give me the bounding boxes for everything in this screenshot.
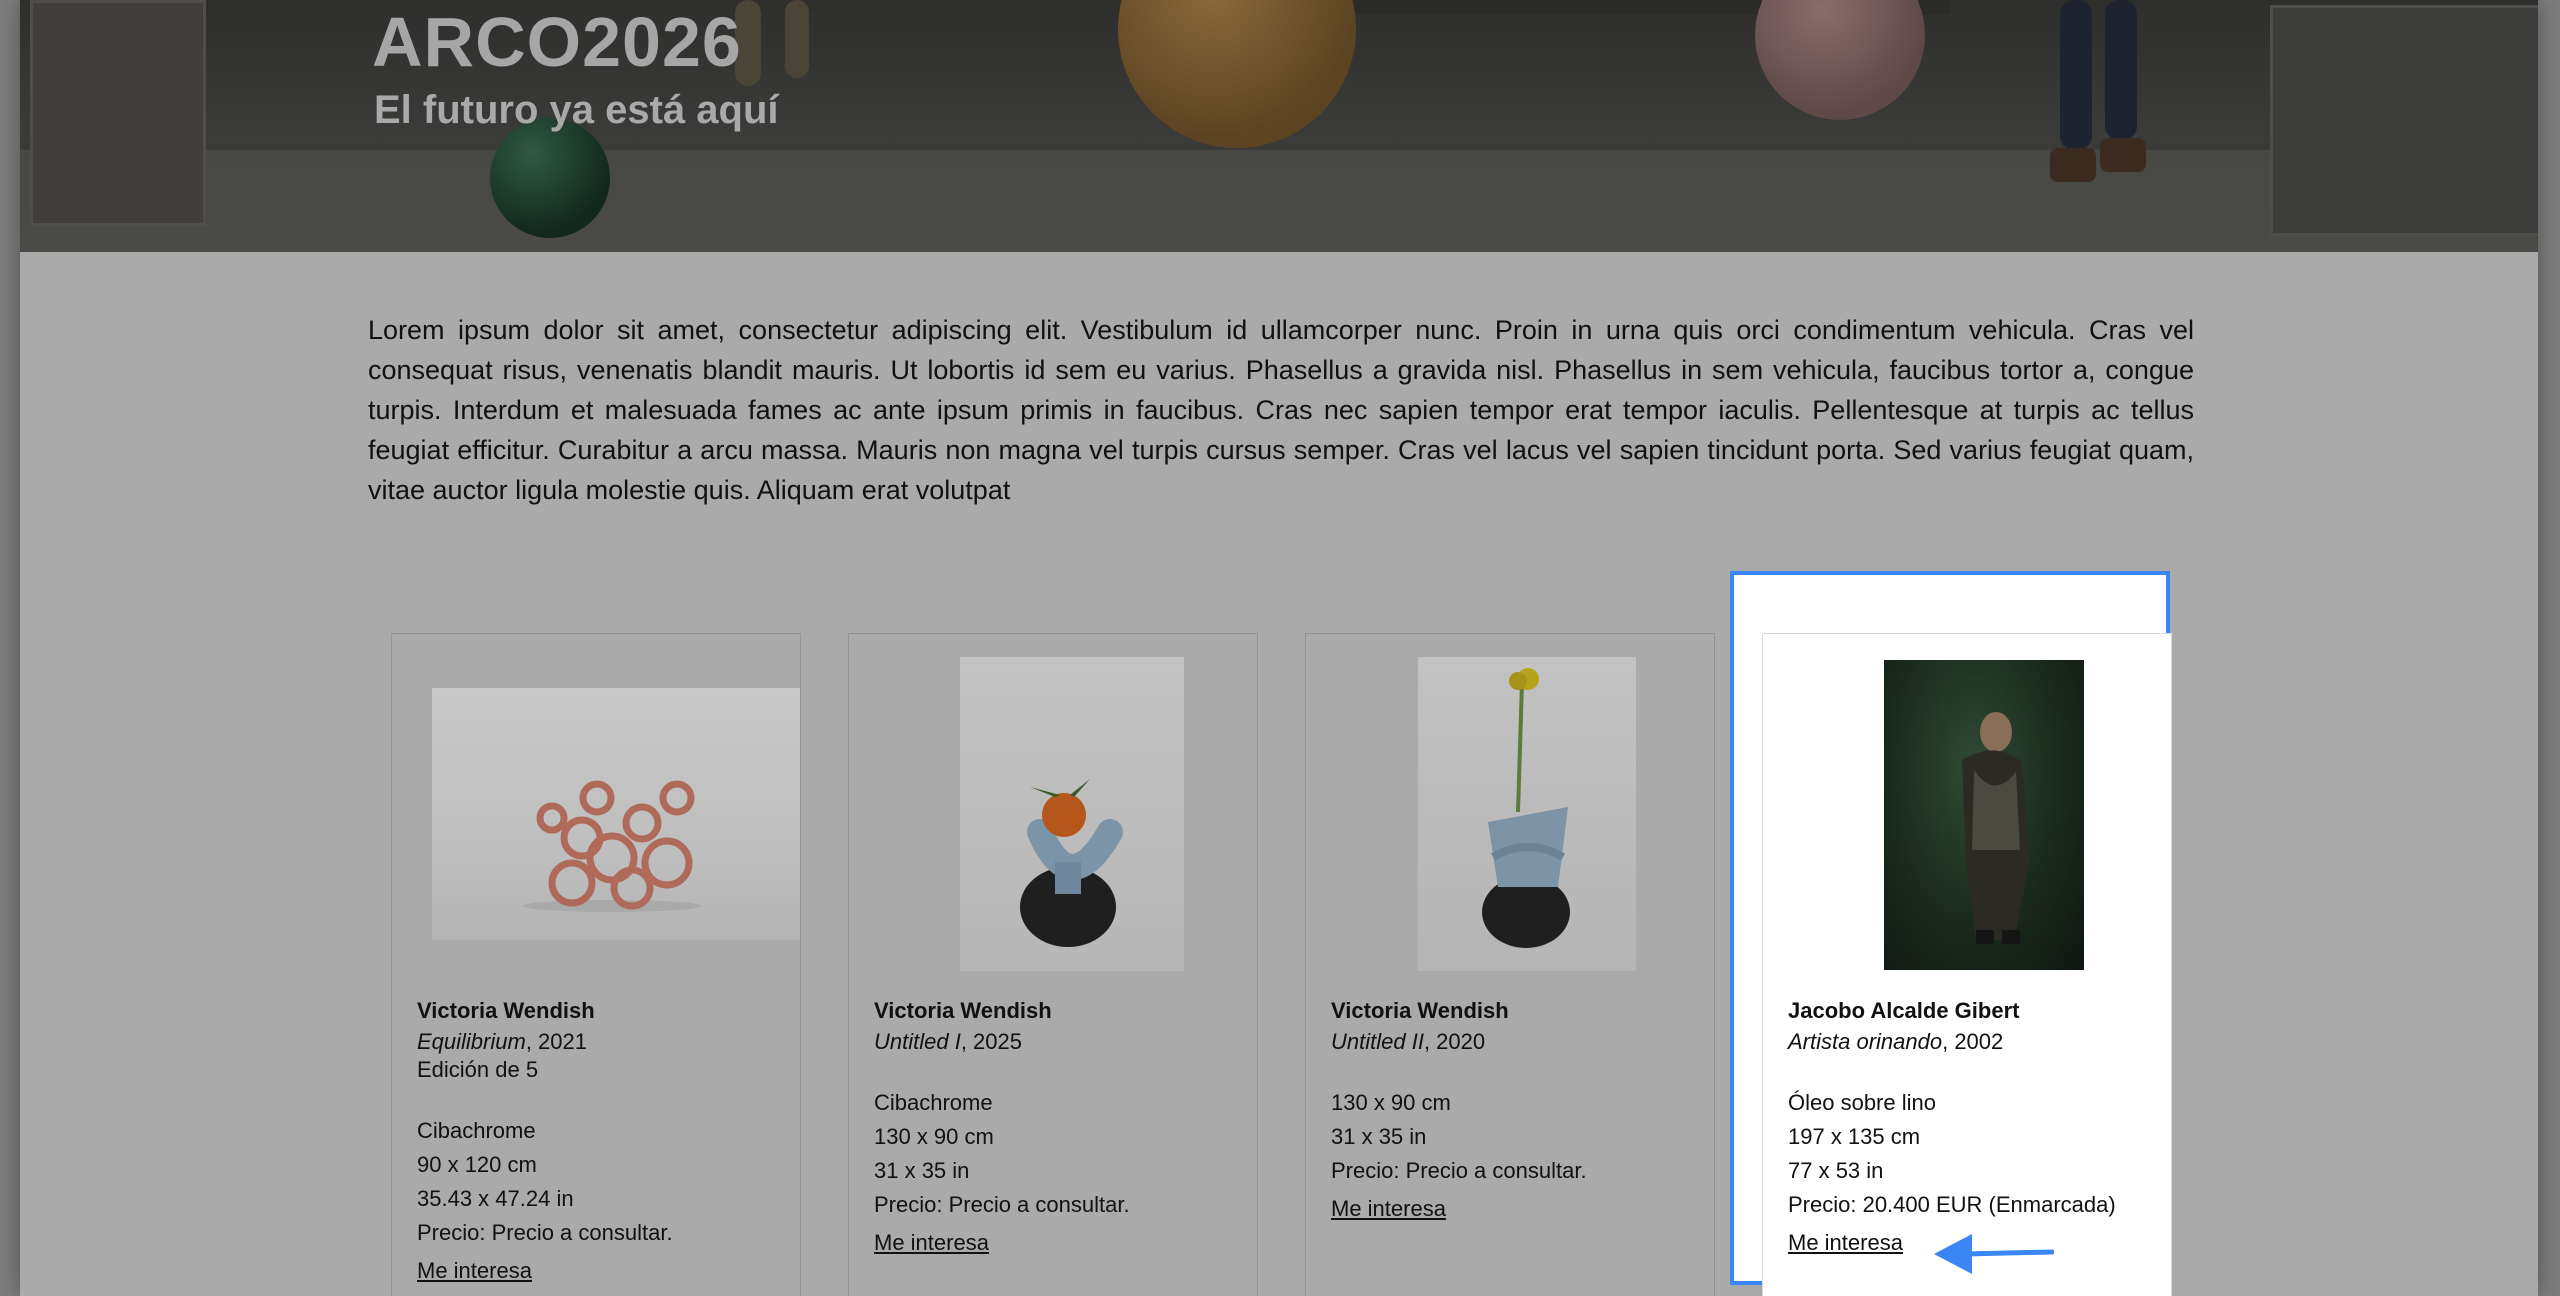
visitor-leg: [785, 0, 809, 78]
me-interesa-link[interactable]: Me interesa: [417, 1254, 532, 1288]
artwork-title: Untitled II: [1331, 1029, 1424, 1054]
page: ARCO2026 El futuro ya está aquí Lorem ip…: [20, 0, 2538, 1296]
hero-wall-artwork: [30, 0, 206, 226]
orange-sphere-sculpture: [1118, 0, 1356, 148]
artwork-dimensions-in: 31 x 35 in: [874, 1158, 970, 1183]
artwork-price: Precio: Precio a consultar.: [1331, 1158, 1587, 1183]
artist-name: Victoria Wendish: [417, 998, 595, 1023]
artwork-image-artista-orinando[interactable]: [1884, 660, 2084, 970]
artwork-info: Victoria Wendish Untitled II, 2020 130 x…: [1331, 994, 1704, 1226]
green-sphere-sculpture: [490, 118, 610, 238]
artwork-price: Precio: 20.400 EUR (Enmarcada): [1788, 1192, 2116, 1217]
artwork-dimensions-in: 77 x 53 in: [1788, 1158, 1884, 1183]
artwork-price: Precio: Precio a consultar.: [417, 1220, 673, 1245]
artist-name: Victoria Wendish: [1331, 998, 1509, 1023]
hero-subtitle: El futuro ya está aquí: [374, 88, 779, 132]
artwork-image-untitled-ii[interactable]: [1418, 657, 1636, 971]
artwork-title-line: Artista orinando, 2002: [1788, 1028, 2161, 1056]
artwork-medium: Cibachrome: [874, 1090, 993, 1115]
artwork-year: , 2020: [1423, 1029, 1486, 1054]
artist-name: Victoria Wendish: [874, 998, 1052, 1023]
artwork-dimensions-in: 31 x 35 in: [1331, 1124, 1427, 1149]
arrow-left-icon: [1934, 1234, 2054, 1274]
visitor-leg: [2060, 0, 2092, 150]
me-interesa-link[interactable]: Me interesa: [1331, 1192, 1446, 1226]
hero-wall-artwork: [2270, 5, 2538, 236]
artwork-dimensions-in: 35.43 x 47.24 in: [417, 1186, 574, 1211]
artwork-dimensions-cm: 130 x 90 cm: [874, 1124, 994, 1149]
artwork-dimensions-cm: 130 x 90 cm: [1331, 1090, 1451, 1115]
pink-sphere-sculpture: [1755, 0, 1925, 120]
artwork-dimensions-cm: 90 x 120 cm: [417, 1152, 537, 1177]
artwork-medium: Óleo sobre lino: [1788, 1090, 1936, 1115]
artwork-title-line: Equilibrium, 2021: [417, 1028, 790, 1056]
artwork-image-equilibrium[interactable]: [432, 688, 800, 940]
hero-floor: [20, 150, 2538, 252]
visitor-boot: [2050, 148, 2096, 182]
artwork-medium: Cibachrome: [417, 1118, 536, 1143]
artwork-title: Equilibrium: [417, 1029, 526, 1054]
artwork-title-line: Untitled II, 2020: [1331, 1028, 1704, 1056]
hero-title: ARCO2026: [372, 3, 742, 81]
artwork-title: Artista orinando: [1788, 1029, 1943, 1054]
intro-paragraph: Lorem ipsum dolor sit amet, consectetur …: [368, 315, 2194, 505]
artwork-title-line: Untitled I, 2025: [874, 1028, 1247, 1056]
me-interesa-link[interactable]: Me interesa: [1788, 1226, 1903, 1260]
artwork-title: Untitled I: [874, 1029, 961, 1054]
artwork-image-untitled-i[interactable]: [960, 657, 1184, 971]
artwork-year: , 2025: [960, 1029, 1022, 1054]
artwork-year: , 2002: [1942, 1029, 2004, 1054]
hero-banner: ARCO2026 El futuro ya está aquí: [20, 0, 2538, 252]
artwork-edition: Edición de 5: [417, 1057, 539, 1082]
visitor-boot: [2100, 138, 2146, 172]
me-interesa-link[interactable]: Me interesa: [874, 1226, 989, 1260]
artwork-info: Victoria Wendish Equilibrium, 2021 Edici…: [417, 994, 790, 1288]
artist-name: Jacobo Alcalde Gibert: [1788, 998, 2020, 1023]
artwork-info: Jacobo Alcalde Gibert Artista orinando, …: [1788, 994, 2161, 1260]
artwork-price: Precio: Precio a consultar.: [874, 1192, 1130, 1217]
artwork-info: Victoria Wendish Untitled I, 2025 Cibach…: [874, 994, 1247, 1260]
artwork-dimensions-cm: 197 x 135 cm: [1788, 1124, 1921, 1149]
visitor-leg: [2105, 0, 2137, 140]
artwork-year: , 2021: [525, 1029, 587, 1054]
